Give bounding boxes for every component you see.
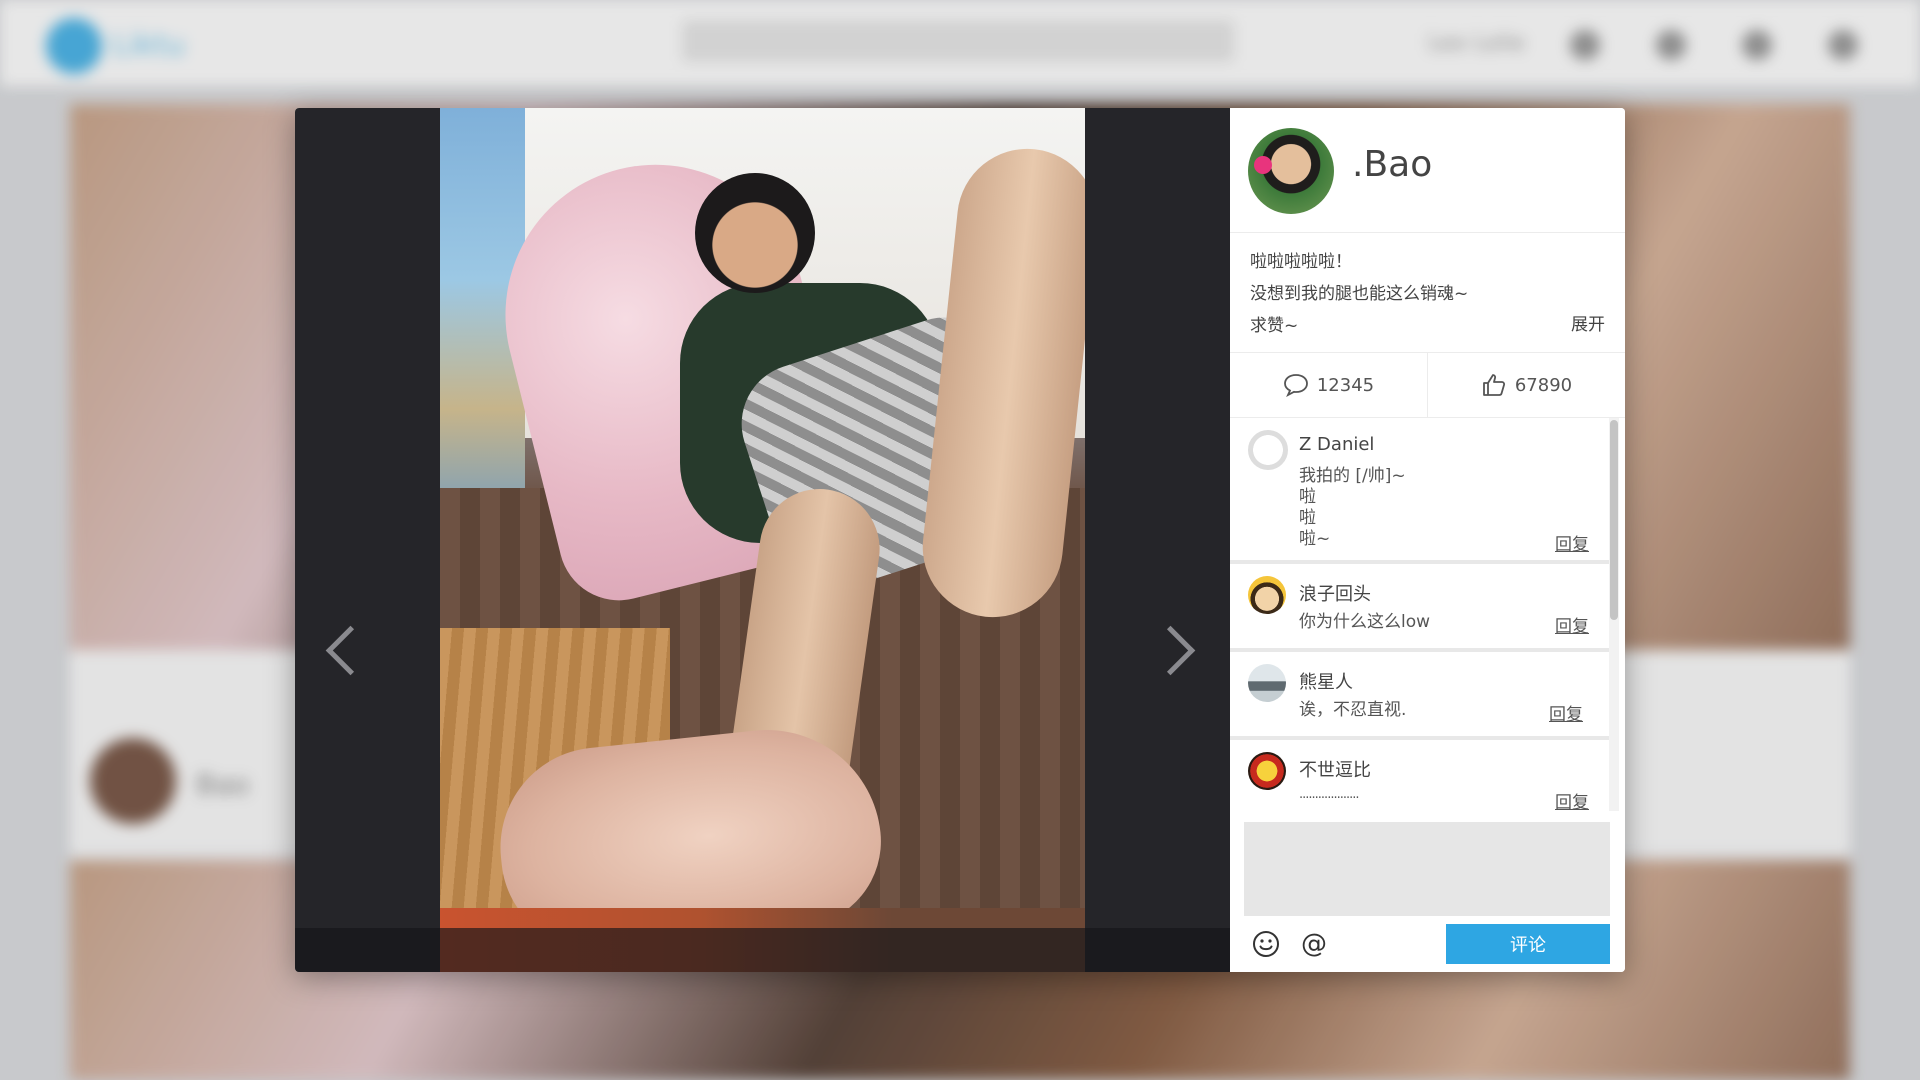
comment-line: 啦 <box>1299 508 1316 528</box>
next-photo-button[interactable] <box>1145 618 1195 682</box>
commenter-avatar[interactable] <box>1248 752 1286 790</box>
comment-icon <box>1283 374 1308 397</box>
comment-text: 诶，不忍直视. <box>1299 700 1406 721</box>
comment-item: 浪子回头 你为什么这么low 回复 <box>1230 564 1609 652</box>
reply-link[interactable]: 回复 <box>1555 612 1589 637</box>
comments-scrollbar[interactable] <box>1610 420 1618 620</box>
author-header: .Bao <box>1230 108 1625 233</box>
post-panel: .Bao 啦啦啦啦啦！ 没想到我的腿也能这么销魂~ 求赞~ 展开 12345 6… <box>1230 108 1625 972</box>
reply-link[interactable]: 回复 <box>1555 788 1589 811</box>
emoji-button[interactable] <box>1248 926 1284 962</box>
comment-line: 啦 <box>1299 487 1316 507</box>
emoji-icon <box>1253 931 1279 957</box>
caption-line: 求赞~ <box>1250 316 1299 336</box>
commenter-avatar[interactable] <box>1248 576 1286 614</box>
commenter-name[interactable]: 浪子回头 <box>1299 580 1371 606</box>
comment-item: Z Daniel 我拍的 [/帅]~ 啦 啦 啦~ 回复 <box>1230 418 1609 564</box>
comment-line: ................... <box>1299 787 1360 802</box>
author-avatar[interactable] <box>1248 128 1334 214</box>
like-button[interactable]: 67890 <box>1428 353 1625 417</box>
commenter-avatar[interactable] <box>1248 664 1286 702</box>
comment-text: 你为什么这么low <box>1299 612 1430 633</box>
previous-photo-button[interactable] <box>325 618 375 682</box>
post-stats: 12345 67890 <box>1230 352 1625 418</box>
comment-text: ................... <box>1299 784 1360 805</box>
post-caption: 啦啦啦啦啦！ 没想到我的腿也能这么销魂~ 求赞~ <box>1250 246 1610 342</box>
post-photo <box>440 108 1085 972</box>
caption-line: 没想到我的腿也能这么销魂~ <box>1250 284 1469 304</box>
commenter-name[interactable]: 熊星人 <box>1299 668 1353 694</box>
commenter-avatar[interactable] <box>1248 430 1288 470</box>
commenter-name[interactable]: Z Daniel <box>1299 434 1374 455</box>
reply-link[interactable]: 回复 <box>1555 530 1589 555</box>
expand-link[interactable]: 展开 <box>1571 310 1605 335</box>
comment-item: 不世逗比 ................... 回复 <box>1230 740 1609 811</box>
comment-line: 诶，不忍直视. <box>1299 700 1407 720</box>
commenter-name[interactable]: 不世逗比 <box>1299 756 1371 782</box>
comment-count-button[interactable]: 12345 <box>1230 353 1428 417</box>
chevron-right-icon <box>1145 625 1195 675</box>
like-count: 67890 <box>1514 374 1573 396</box>
photo-modal: .Bao 啦啦啦啦啦！ 没想到我的腿也能这么销魂~ 求赞~ 展开 12345 6… <box>295 108 1625 972</box>
author-name[interactable]: .Bao <box>1352 144 1432 185</box>
caption-line: 啦啦啦啦啦！ <box>1250 252 1352 272</box>
comment-line: 你为什么这么low <box>1299 612 1431 632</box>
comment-count: 12345 <box>1316 374 1375 396</box>
comment-line: 啦~ <box>1299 529 1331 549</box>
comment-input[interactable] <box>1244 822 1610 916</box>
thumbs-up-icon <box>1482 374 1505 396</box>
comment-item: 熊星人 诶，不忍直视. 回复 <box>1230 652 1609 740</box>
comment-text: 我拍的 [/帅]~ 啦 啦 啦~ <box>1299 466 1406 550</box>
comments-list[interactable]: Z Daniel 我拍的 [/帅]~ 啦 啦 啦~ 回复 浪子回头 你为什么这么… <box>1230 418 1609 811</box>
submit-comment-button[interactable]: 评论 <box>1446 924 1610 964</box>
mention-button[interactable]: @ <box>1296 926 1332 962</box>
at-icon: @ <box>1301 929 1327 959</box>
reply-link[interactable]: 回复 <box>1549 700 1583 725</box>
comment-line: 我拍的 [/帅]~ <box>1299 466 1406 486</box>
viewer-bottom-bar <box>295 928 1230 972</box>
photo-viewer <box>295 108 1230 972</box>
chevron-left-icon <box>325 625 375 675</box>
